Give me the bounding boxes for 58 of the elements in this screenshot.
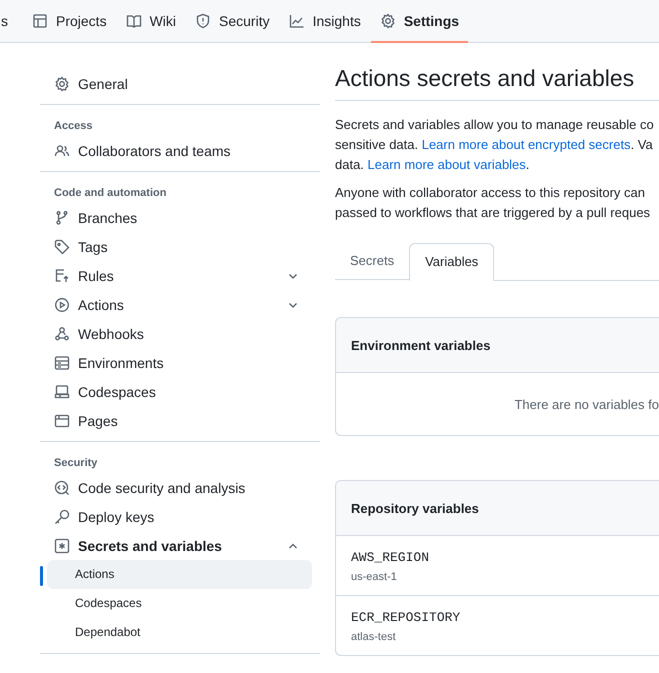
laptop-icon: [54, 384, 70, 400]
repo-nav-tab[interactable]: Settings: [370, 0, 468, 42]
shield-icon: [195, 13, 212, 29]
sidebar-item[interactable]: Deploy keys: [40, 502, 320, 531]
sidebar-subitem[interactable]: Codespaces: [47, 589, 312, 618]
graph-icon: [288, 13, 305, 29]
sidebar-item[interactable]: Branches: [40, 203, 320, 232]
sidebar-item[interactable]: Collaborators and teams: [40, 136, 320, 165]
sidebar-item[interactable]: Codespaces: [40, 377, 320, 406]
tab[interactable]: Variables: [409, 243, 494, 281]
repo-nav-tab[interactable]: Security: [186, 0, 279, 42]
sidebar-item[interactable]: Code security and analysis: [40, 473, 320, 502]
variable-value: atlas-test: [351, 631, 397, 643]
sidebar-item[interactable]: Environments: [40, 348, 320, 377]
server-icon: [54, 354, 70, 370]
page-title: Actions secrets and variables: [335, 65, 659, 101]
sidebar-heading: Security: [53, 456, 98, 471]
tag-icon: [54, 238, 70, 254]
sidebar-item[interactable]: Actions: [40, 290, 320, 319]
repo-nav-tab[interactable]: s: [1, 0, 17, 42]
sidebar-item[interactable]: Rules: [40, 261, 320, 290]
variable-name: ECR_REPOSITORY: [351, 610, 462, 625]
settings-icon: [380, 13, 396, 29]
repo-nav-tab[interactable]: Insights: [280, 0, 370, 42]
key-icon: [54, 508, 70, 524]
people-icon: [54, 142, 70, 158]
book-icon: [126, 13, 142, 29]
sidebar-heading: Access: [53, 119, 94, 134]
variable-value: us-east-1: [351, 571, 398, 583]
sidebar-item[interactable]: Tags: [40, 232, 320, 261]
empty-message: There are no variables fo: [514, 396, 659, 412]
card-title: Repository variables: [351, 500, 479, 516]
repo-nav-tab[interactable]: Projects: [23, 0, 116, 42]
sidebar-item[interactable]: Secrets and variables: [40, 531, 320, 560]
sidebar-subitem[interactable]: Dependabot: [47, 618, 312, 647]
description-text: Secrets and variables allow you to manage reusable co sensitive data. Learn more about encrypted secrets. Va data. Learn more about variables.: [335, 116, 655, 174]
variable-name: AWS_REGION: [351, 550, 430, 565]
tab[interactable]: Secrets: [335, 243, 410, 280]
play-icon: [54, 296, 70, 312]
sidebar-subitem[interactable]: Actions: [47, 560, 312, 589]
webhook-icon: [54, 326, 70, 342]
rules-icon: [54, 268, 70, 284]
selection-indicator: [40, 566, 43, 586]
sidebar-item[interactable]: Webhooks: [40, 319, 320, 348]
sidebar-heading: Code and automation: [53, 186, 168, 201]
asterisk-icon: [54, 538, 70, 554]
sidebar-item[interactable]: Pages: [40, 406, 320, 435]
code-scan-icon: [54, 480, 70, 496]
table-icon: [32, 13, 48, 29]
card-title: Environment variables: [351, 338, 490, 352]
branch-icon: [54, 210, 70, 226]
learn-more-link[interactable]: Learn more about encrypted secrets: [422, 137, 631, 152]
settings-icon: [54, 76, 70, 92]
learn-more-link[interactable]: Learn more about variables: [368, 157, 526, 172]
repo-nav-tab[interactable]: Wiki: [116, 0, 186, 42]
browser-icon: [54, 412, 70, 428]
description-text: Anyone with collaborator access to this repository can passed to workflows that are triggered by a pull reques: [335, 184, 652, 222]
sidebar-item[interactable]: General: [40, 69, 320, 98]
